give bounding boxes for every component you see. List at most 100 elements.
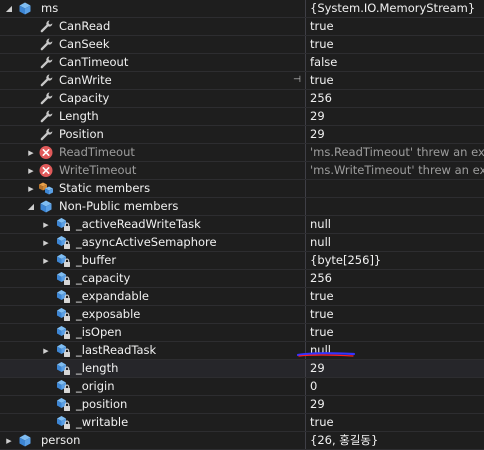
watch-row[interactable]: person {26, 홍길동}: [0, 432, 484, 450]
variable-name: _exposable: [76, 307, 141, 321]
value-cell[interactable]: [306, 180, 484, 197]
name-cell: person: [0, 432, 306, 449]
watch-row[interactable]: CanSeek true: [0, 36, 484, 54]
value-cell[interactable]: 29: [306, 108, 484, 125]
value-cell[interactable]: 29: [306, 360, 484, 377]
watch-row[interactable]: _position 29: [0, 396, 484, 414]
watch-row[interactable]: ms {System.IO.MemoryStream}: [0, 0, 484, 18]
value-cell[interactable]: true: [306, 36, 484, 53]
expand-arrow-icon[interactable]: [26, 162, 36, 179]
value-cell[interactable]: null: [306, 342, 484, 359]
value-cell[interactable]: true: [306, 18, 484, 35]
name-cell: _capacity: [0, 270, 306, 287]
variable-name: ms: [41, 1, 59, 15]
name-cell: _expandable: [0, 288, 306, 305]
expand-arrow-icon[interactable]: [41, 216, 51, 233]
watch-row[interactable]: WriteTimeout 'ms.WriteTimeout' threw an e…: [0, 162, 484, 180]
value-cell[interactable]: 'ms.ReadTimeout' threw an exception: [306, 144, 484, 161]
value-cell[interactable]: false: [306, 54, 484, 71]
value-cell[interactable]: true: [306, 72, 484, 89]
watch-row[interactable]: Capacity 256: [0, 90, 484, 108]
value-cell[interactable]: {System.IO.MemoryStream}: [306, 0, 484, 17]
watch-row[interactable]: _lastReadTask null: [0, 342, 484, 360]
expand-arrow-icon[interactable]: [26, 180, 36, 197]
expand-arrow-icon[interactable]: [41, 234, 51, 251]
private-field-icon: [55, 397, 71, 412]
error-icon: [38, 163, 54, 178]
variable-name: _isOpen: [76, 325, 122, 339]
variable-name: _writable: [76, 415, 129, 429]
object-icon: [17, 1, 33, 16]
expand-arrow-icon[interactable]: [4, 432, 14, 449]
watch-row[interactable]: _length 29: [0, 360, 484, 378]
expand-arrow-icon[interactable]: [41, 252, 51, 269]
name-cell: Static members: [0, 180, 306, 197]
variable-name: CanWrite: [59, 73, 112, 87]
name-cell: ReadTimeout: [0, 144, 306, 161]
watch-row[interactable]: _isOpen true: [0, 324, 484, 342]
watch-row[interactable]: _capacity 256: [0, 270, 484, 288]
value-cell[interactable]: 0: [306, 378, 484, 395]
name-cell: _isOpen: [0, 324, 306, 341]
variable-name: person: [41, 433, 81, 447]
wrench-icon: [38, 55, 54, 70]
watch-row[interactable]: _writable true: [0, 414, 484, 432]
watch-row[interactable]: CanRead true: [0, 18, 484, 36]
name-cell: _asyncActiveSemaphore: [0, 234, 306, 251]
value-cell[interactable]: {byte[256]}: [306, 252, 484, 269]
name-cell: _origin: [0, 378, 306, 395]
name-cell: CanRead: [0, 18, 306, 35]
watch-row[interactable]: CanWrite ⊣ true: [0, 72, 484, 90]
variable-name: Static members: [59, 181, 151, 195]
value-cell[interactable]: true: [306, 324, 484, 341]
watch-row[interactable]: _expandable true: [0, 288, 484, 306]
variable-name: CanRead: [59, 19, 111, 33]
watch-row[interactable]: CanTimeout false: [0, 54, 484, 72]
value-cell[interactable]: null: [306, 216, 484, 233]
variable-name: _expandable: [76, 289, 149, 303]
variable-name: _length: [76, 361, 119, 375]
watch-window: ms{System.IO.MemoryStream}CanReadtrueCan…: [0, 0, 484, 450]
watch-row[interactable]: _exposable true: [0, 306, 484, 324]
watch-row[interactable]: _activeReadWriteTask null: [0, 216, 484, 234]
wrench-icon: [38, 73, 54, 88]
watch-row[interactable]: Static members: [0, 180, 484, 198]
value-cell[interactable]: 256: [306, 270, 484, 287]
value-cell[interactable]: true: [306, 414, 484, 431]
watch-row[interactable]: Non-Public members: [0, 198, 484, 216]
watch-row[interactable]: ReadTimeout 'ms.ReadTimeout' threw an exc…: [0, 144, 484, 162]
value-cell[interactable]: 29: [306, 126, 484, 143]
wrench-icon: [38, 19, 54, 34]
value-cell[interactable]: null: [306, 234, 484, 251]
name-cell: Length: [0, 108, 306, 125]
variable-name: Position: [59, 127, 104, 141]
variable-name: CanTimeout: [59, 55, 129, 69]
name-cell: _position: [0, 396, 306, 413]
watch-row[interactable]: Length 29: [0, 108, 484, 126]
value-cell[interactable]: 29: [306, 396, 484, 413]
value-cell[interactable]: {26, 홍길동}: [306, 432, 484, 449]
private-field-icon: [55, 379, 71, 394]
variable-name: Length: [59, 109, 99, 123]
value-cell[interactable]: 256: [306, 90, 484, 107]
watch-row[interactable]: _asyncActiveSemaphore null: [0, 234, 484, 252]
value-cell[interactable]: true: [306, 288, 484, 305]
private-field-icon: [55, 325, 71, 340]
name-cell: _activeReadWriteTask: [0, 216, 306, 233]
pin-icon[interactable]: ⊣: [293, 72, 301, 89]
collapse-arrow-icon[interactable]: [4, 0, 14, 17]
variable-name: _origin: [76, 379, 115, 393]
watch-row[interactable]: _origin 0: [0, 378, 484, 396]
expand-arrow-icon[interactable]: [26, 144, 36, 161]
error-icon: [38, 145, 54, 160]
expand-arrow-icon[interactable]: [41, 342, 51, 359]
collapse-arrow-icon[interactable]: [26, 198, 36, 215]
value-cell[interactable]: true: [306, 306, 484, 323]
watch-row[interactable]: Position 29: [0, 126, 484, 144]
wrench-icon: [38, 91, 54, 106]
value-cell[interactable]: 'ms.WriteTimeout' threw an exception: [306, 162, 484, 179]
watch-row[interactable]: _buffer {byte[256]}: [0, 252, 484, 270]
object-icon: [17, 433, 33, 448]
variable-name: _activeReadWriteTask: [76, 217, 201, 231]
value-cell[interactable]: [306, 198, 484, 215]
